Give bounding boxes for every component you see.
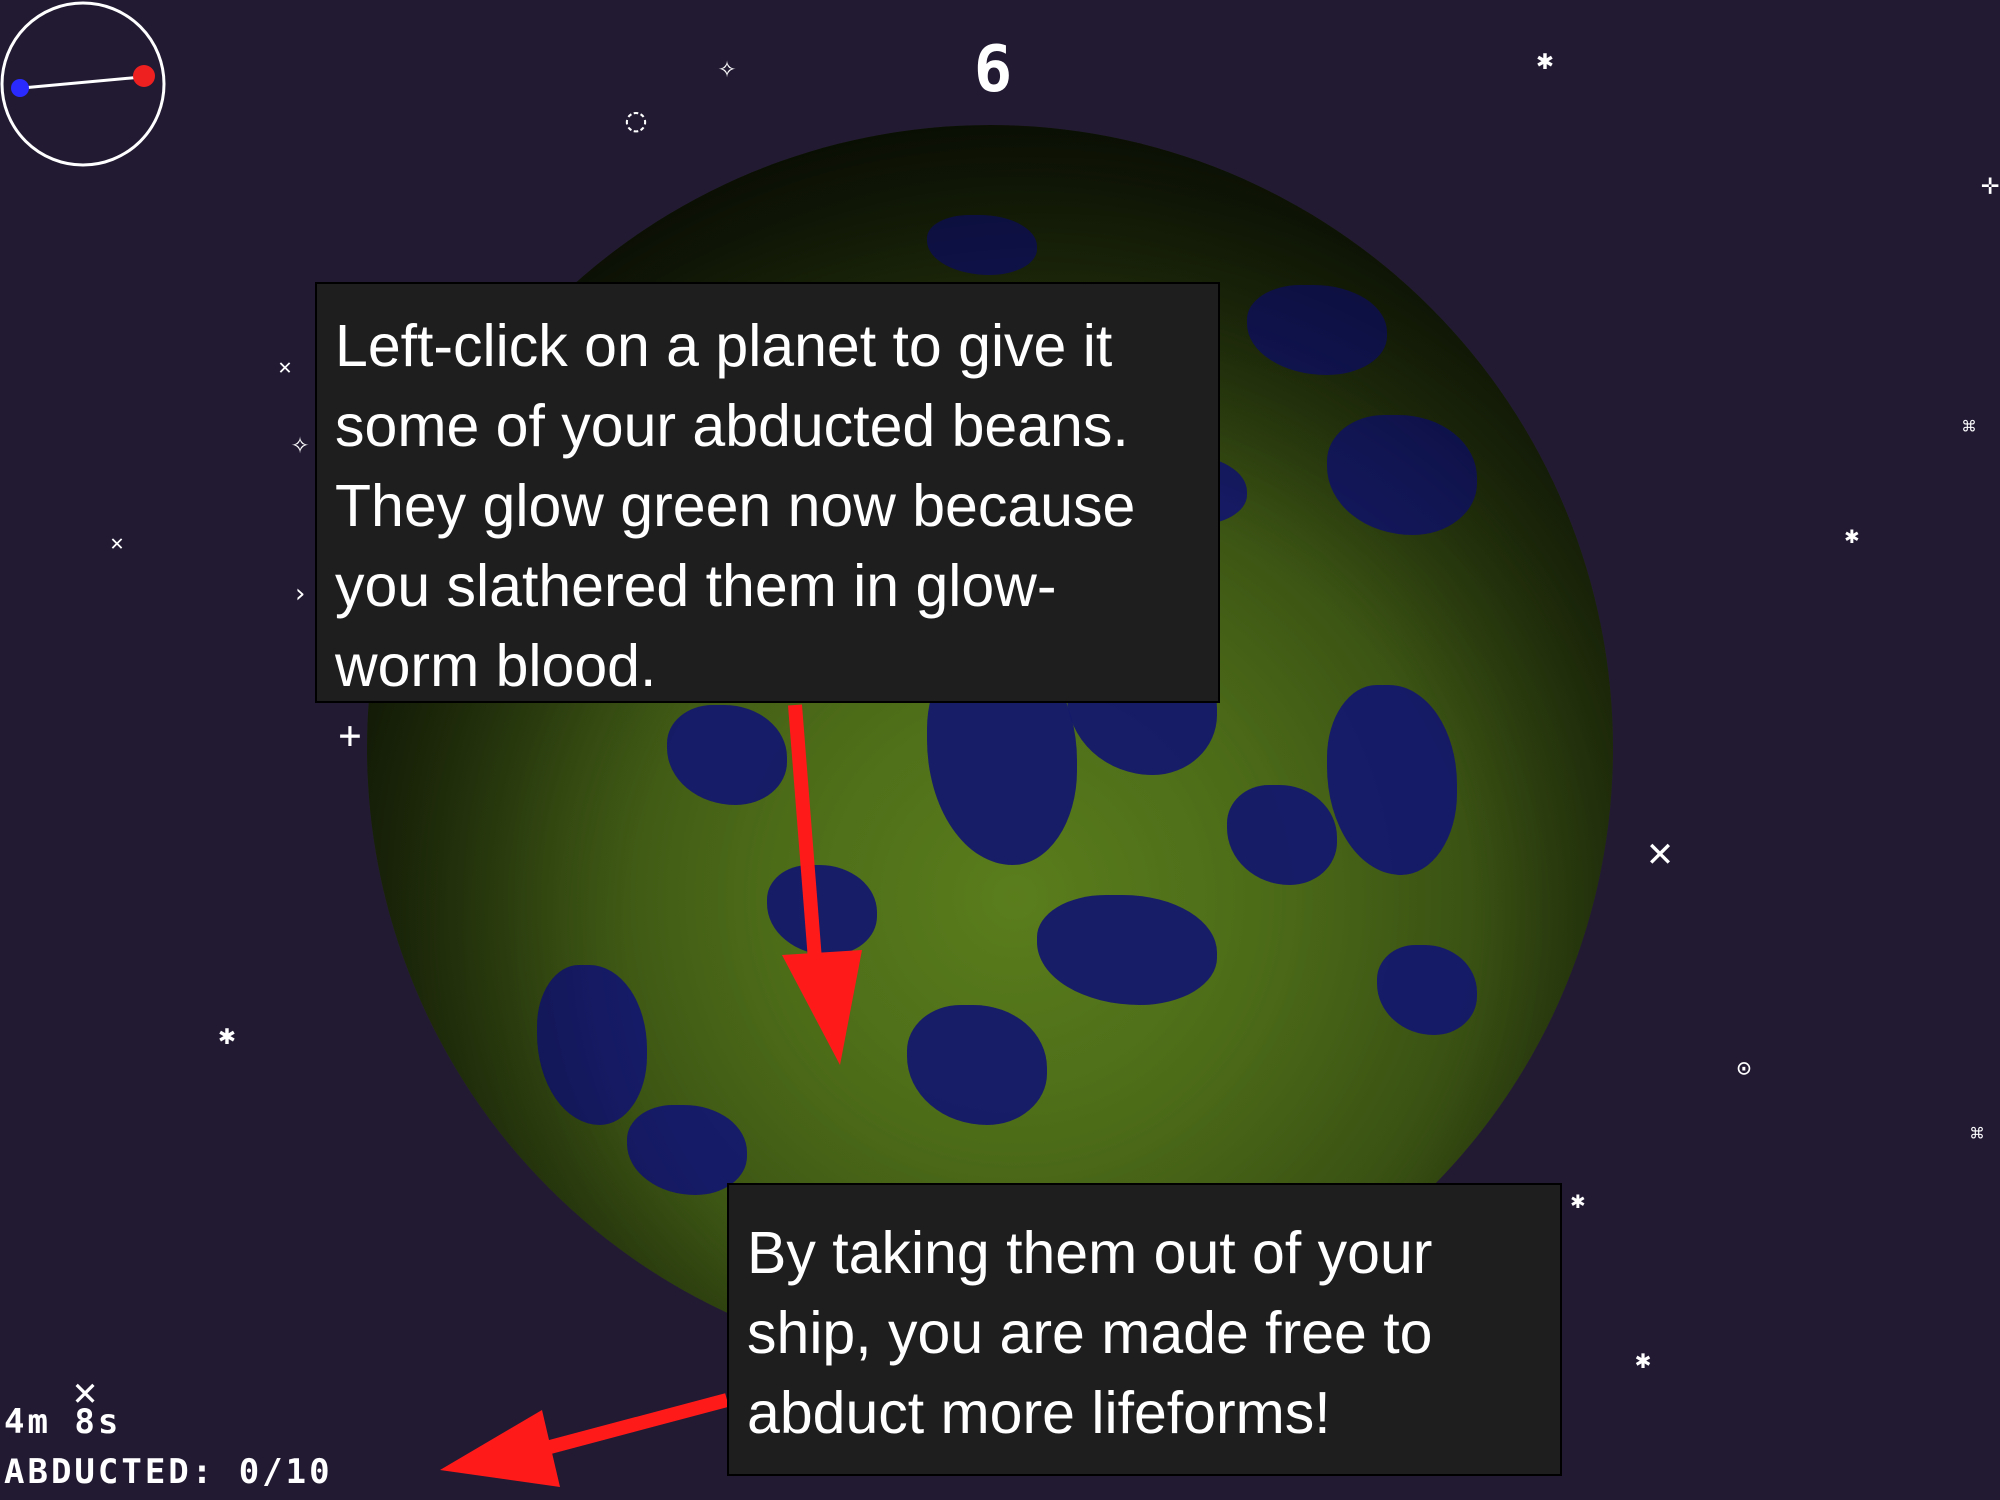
star-icon: + — [338, 713, 362, 757]
star-icon: ✧ — [717, 50, 737, 85]
star-icon: ✛ — [1980, 167, 2000, 202]
star-icon: ✱ — [1844, 521, 1860, 549]
star-icon: ◌ — [625, 100, 647, 140]
game-canvas[interactable]: ✧ ◌ ✱ ✛ ✕ ✧ ✕ › + ⌘ ✱ ✕ ✱ ⊙ ⌘ ✱ ✱ ✕ 6 Le… — [0, 0, 2000, 1500]
radar-compass-icon — [0, 1, 166, 167]
star-icon: ⌘ — [1962, 415, 1976, 440]
abducted-counter: ABDUCTED: 0/10 — [4, 1452, 333, 1492]
star-icon: ✱ — [1570, 1186, 1586, 1214]
star-icon: ✕ — [110, 531, 124, 556]
tooltip-text: Left-click on a planet to give it some o… — [335, 313, 1136, 699]
timer-display: 4m 8s — [4, 1402, 122, 1442]
abduct-tutorial-tooltip: By taking them out of your ship, you are… — [727, 1183, 1562, 1476]
star-icon: ✧ — [290, 426, 310, 461]
tooltip-text: By taking them out of your ship, you are… — [747, 1220, 1433, 1446]
star-icon: ✕ — [1647, 827, 1673, 876]
score-display: 6 — [973, 33, 1013, 107]
star-icon: ⌘ — [1970, 1122, 1984, 1147]
star-icon: ✱ — [1536, 43, 1554, 76]
star-icon: ✕ — [278, 355, 292, 380]
star-icon: ✱ — [1635, 1345, 1651, 1375]
star-icon: ⊙ — [1736, 1054, 1752, 1082]
planet-tutorial-tooltip: Left-click on a planet to give it some o… — [315, 282, 1220, 703]
star-icon: ✱ — [218, 1018, 236, 1051]
star-icon: › — [292, 579, 308, 609]
